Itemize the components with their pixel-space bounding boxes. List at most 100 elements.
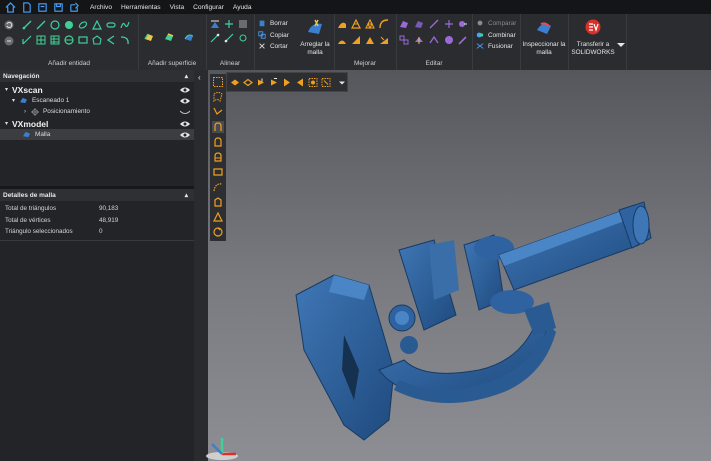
bridge-icon[interactable] [365, 35, 377, 47]
navigation-title: Navegación [3, 72, 40, 80]
split-icon[interactable] [444, 19, 456, 31]
eye-icon[interactable] [180, 86, 190, 94]
detail-label: Triángulo seleccionados [5, 228, 73, 236]
expand-positioning-icon[interactable]: › [24, 109, 26, 115]
home-icon[interactable] [4, 1, 16, 13]
remove-spikes-icon[interactable] [337, 35, 349, 47]
spline-icon[interactable] [120, 20, 130, 30]
eye-icon[interactable] [180, 120, 190, 128]
new-file-icon[interactable] [20, 1, 32, 13]
copy-button[interactable]: Copiar [258, 31, 289, 39]
grid-icon[interactable] [36, 35, 46, 45]
mirror-icon[interactable] [399, 35, 411, 47]
ellipse-icon[interactable] [78, 20, 88, 30]
sharpen-icon[interactable] [351, 35, 363, 47]
collapse-navigation-icon[interactable]: ▴ [185, 72, 188, 80]
tree-item-vxmodel[interactable]: ▾ VXmodel [0, 118, 194, 129]
surface-patch-icon[interactable] [144, 32, 158, 44]
boolean-icon[interactable] [458, 19, 470, 31]
eye-icon[interactable] [180, 131, 190, 139]
align-best-fit-icon[interactable] [210, 19, 220, 29]
group-label-align: Alinear [219, 60, 241, 67]
eye-closed-icon[interactable] [180, 108, 190, 116]
menu-configurar[interactable]: Configurar [193, 4, 224, 11]
decimate-icon[interactable] [351, 18, 363, 31]
3d-viewport[interactable]: ‹ [194, 70, 711, 461]
left-panel: Navegación ▴ ▾ VXscan ▾ Escaneado 1 › Po… [0, 70, 194, 461]
rectangle-icon[interactable] [78, 35, 88, 45]
mesh-details-header: Detalles de malla ▴ [0, 189, 194, 201]
collapse-scan-icon[interactable]: ▾ [12, 97, 15, 104]
dropdown-arrow-icon[interactable] [616, 40, 625, 47]
export-icon[interactable] [68, 1, 80, 13]
group-label-edit: Editar [425, 60, 443, 67]
open-icon[interactable] [36, 1, 48, 13]
slot-icon[interactable] [106, 20, 116, 30]
details-list: Total de triángulos 90,183 Total de vért… [0, 203, 194, 238]
align-planes-icon[interactable] [210, 33, 220, 43]
subdivide-icon[interactable] [365, 18, 377, 31]
align-entities-icon[interactable] [238, 19, 248, 29]
surface-fit-icon[interactable] [164, 32, 178, 44]
collapse-vxscan-icon[interactable]: ▾ [5, 86, 8, 93]
align-origin-icon[interactable] [238, 33, 248, 43]
cylinder-icon[interactable] [64, 35, 74, 45]
flatten-icon[interactable] [379, 35, 391, 47]
triangle-icon[interactable] [92, 19, 102, 30]
tree-item-positioning[interactable]: › Posicionamiento [0, 106, 194, 117]
smooth-icon[interactable] [337, 19, 349, 31]
group-label-add-entity: Añadir entidad [48, 60, 90, 67]
fix-mesh-button[interactable]: Arreglar la malla [296, 18, 334, 57]
merge-button[interactable]: Fusionar [476, 42, 513, 50]
menu-ayuda[interactable]: Ayuda [233, 4, 252, 11]
tree-item-scan[interactable]: ▾ Escaneado 1 [0, 95, 194, 106]
transfer-solidworks-button[interactable]: Transferir a SOLIDWORKS [570, 18, 616, 57]
point-icon[interactable] [22, 20, 32, 30]
fill-holes-icon[interactable] [379, 19, 391, 31]
polygon-icon[interactable] [92, 35, 102, 45]
compare-label: Comparar [488, 19, 517, 27]
offset-icon[interactable] [429, 35, 441, 47]
group-label-improve: Mejorar [353, 60, 377, 67]
group-add-entity: Añadir entidad [0, 14, 139, 70]
mesh-label: Malla [35, 131, 51, 138]
save-icon[interactable] [52, 1, 64, 13]
compare-button[interactable]: Comparar [476, 19, 516, 27]
circle-icon[interactable] [50, 20, 60, 30]
table-grid-icon[interactable] [50, 35, 60, 45]
inspect-mesh-button[interactable]: Inspeccionar la malla [521, 18, 567, 57]
align-manual-icon[interactable] [224, 33, 234, 43]
select-mesh-icon[interactable] [399, 19, 411, 31]
reset-icon[interactable] [4, 36, 15, 47]
merge-icon [476, 43, 484, 49]
sphere-icon[interactable] [64, 20, 74, 30]
collapse-vxmodel-icon[interactable]: ▾ [5, 120, 8, 127]
angle-icon[interactable] [106, 35, 116, 45]
extrude-icon[interactable] [414, 35, 426, 47]
surface-freeform-icon[interactable] [184, 32, 198, 44]
align-points-icon[interactable] [224, 19, 234, 29]
rotate-icon[interactable] [4, 20, 15, 31]
menu-bar: Archivo Herramientas Vista Configurar Ay… [0, 0, 711, 14]
inspect-mesh-label-1: Inspeccionar la [522, 41, 566, 48]
menu-vista[interactable]: Vista [170, 4, 185, 11]
menu-archivo[interactable]: Archivo [90, 4, 112, 11]
delete-label: Borrar [270, 19, 288, 27]
combine-button[interactable]: Combinar [476, 31, 516, 39]
combine-icon [476, 32, 484, 38]
menu-herramientas[interactable]: Herramientas [121, 4, 161, 11]
tree-item-mesh[interactable]: Malla [0, 129, 194, 140]
eye-icon[interactable] [180, 97, 190, 105]
scanned-microscope-model[interactable] [194, 70, 711, 461]
select-region-icon[interactable] [414, 19, 426, 31]
pen-icon[interactable] [458, 35, 470, 47]
cut-button[interactable]: Cortar [258, 42, 288, 50]
delete-button[interactable]: Borrar [258, 19, 288, 27]
curve-icon[interactable] [120, 35, 130, 45]
tree-item-vxscan[interactable]: ▾ VXscan [0, 84, 194, 95]
line-icon[interactable] [36, 20, 46, 30]
plane-icon[interactable] [22, 35, 32, 45]
shell-icon[interactable] [444, 35, 456, 47]
trim-icon[interactable] [429, 19, 441, 31]
collapse-details-icon[interactable]: ▴ [185, 191, 188, 199]
